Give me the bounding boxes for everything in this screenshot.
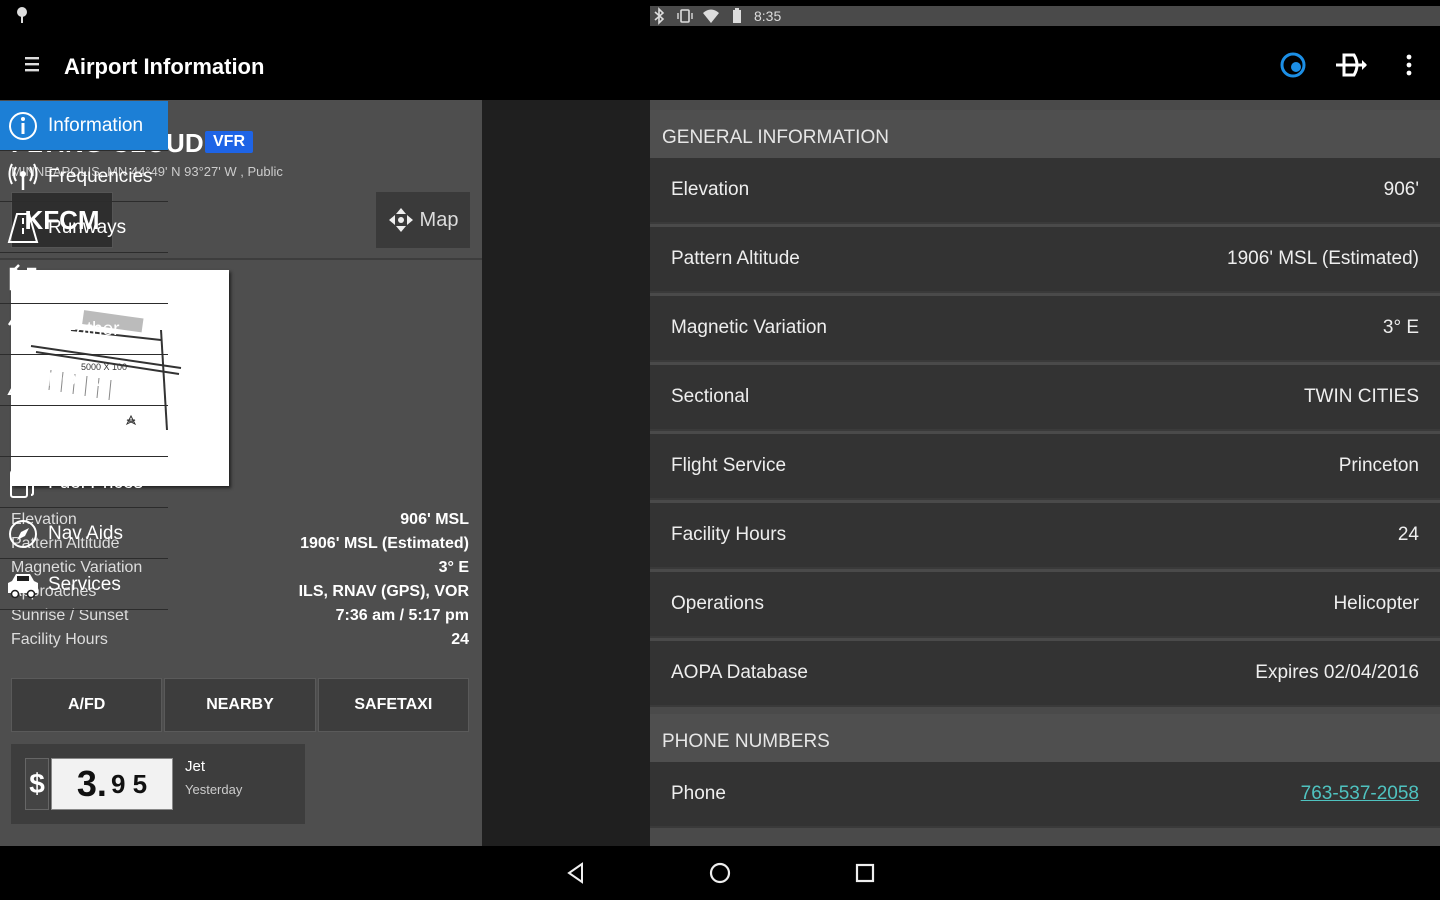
safetaxi-button[interactable]: SAFETAXI — [317, 678, 469, 732]
info-row-facility-hours: Facility Hours 24 — [650, 503, 1440, 569]
info-row-elevation: Elevation 906' — [650, 158, 1440, 224]
fuel-price-cents: 9 5 — [110, 768, 148, 799]
tab-label: Frequencies — [48, 165, 153, 187]
map-button[interactable]: Map — [376, 192, 470, 248]
back-icon — [567, 862, 583, 884]
runway-icon — [6, 211, 40, 245]
app-toolbar: Airport Information — [0, 32, 1440, 100]
section-nav — [482, 100, 650, 846]
fuel-price-age: Yesterday — [185, 782, 243, 797]
status-bar: 8:35 — [0, 0, 1440, 32]
bluetooth-icon — [654, 7, 665, 25]
location-pin-icon — [17, 7, 27, 23]
info-row-flight-service: Flight Service Princeton — [650, 434, 1440, 500]
tab-frequencies[interactable]: Frequencies — [0, 152, 168, 202]
route-button[interactable] — [1334, 48, 1368, 82]
tab-label: Weather — [48, 318, 120, 340]
tab-services[interactable]: Services — [0, 560, 168, 610]
fuel-type: Jet — [185, 758, 206, 775]
compass-icon — [6, 517, 40, 551]
tab-nav-aids[interactable]: Nav Aids — [0, 509, 168, 559]
tab-information[interactable]: Information — [0, 101, 168, 151]
menu-icon[interactable] — [22, 54, 44, 76]
antenna-icon — [6, 160, 40, 194]
tab-label: Services — [48, 573, 121, 595]
warning-icon — [6, 364, 40, 398]
tab-weather[interactable]: Weather — [0, 305, 168, 355]
info-row-aopa-database: AOPA Database Expires 02/04/2016 — [650, 641, 1440, 707]
afd-button[interactable]: A/FD — [11, 678, 163, 732]
page-title: Airport Information — [64, 54, 265, 79]
info-row-sectional[interactable]: Sectional TWIN CITIES — [650, 365, 1440, 431]
currency-symbol: $ — [25, 758, 49, 810]
nearby-button[interactable]: NEARBY — [164, 678, 316, 732]
route-plane-icon — [1336, 53, 1367, 77]
tab-fbos[interactable]: FBOs — [0, 407, 168, 457]
fuel-price: 3. 9 5 — [51, 758, 173, 810]
tab-label: Information — [48, 114, 144, 136]
tab-label: Procedures — [48, 267, 146, 289]
recents-button[interactable] — [852, 860, 878, 886]
tab-procedures[interactable]: Procedures — [0, 254, 168, 304]
wifi-icon — [703, 9, 719, 23]
phone-link[interactable]: 763-537-2058 — [1301, 783, 1419, 805]
recents-icon — [855, 863, 875, 883]
wrench-icon — [6, 415, 40, 449]
map-arrows-icon — [388, 208, 413, 232]
info-row-pattern-altitude: Pattern Altitude 1906' MSL (Estimated) — [650, 227, 1440, 293]
fuel-price-card[interactable]: $ 3. 9 5 Jet Yesterday — [11, 744, 305, 824]
info-row-magnetic-variation: Magnetic Variation 3° E — [650, 296, 1440, 362]
info-icon — [6, 109, 40, 143]
globe-icon — [1280, 52, 1306, 78]
tab-label: FBOs — [48, 420, 97, 442]
fuel-price-main: 3. — [76, 763, 107, 804]
sync-globe-button[interactable] — [1276, 48, 1310, 82]
vibrate-icon — [677, 9, 693, 23]
airport-action-bar: A/FD NEARBY SAFETAXI — [11, 678, 469, 732]
overflow-menu-button[interactable] — [1392, 48, 1426, 82]
tab-runways[interactable]: Runways — [0, 203, 168, 253]
fuel-pump-icon — [6, 466, 40, 500]
info-row-phone: Phone 763-537-2058 — [650, 762, 1440, 828]
info-row-operations: Operations Helicopter — [650, 572, 1440, 638]
procedures-icon — [6, 262, 40, 296]
battery-icon — [733, 8, 741, 23]
tab-notams[interactable]: NOTAMs — [0, 356, 168, 406]
status-icons: 8:35 — [650, 6, 1440, 26]
tab-label: Runways — [48, 216, 127, 238]
tab-label: Fuel Prices — [48, 471, 144, 493]
home-button[interactable] — [707, 860, 733, 886]
back-button[interactable] — [563, 860, 589, 886]
home-icon — [709, 862, 731, 884]
tab-label: NOTAMs — [48, 369, 125, 391]
tab-fuel-prices[interactable]: Fuel Prices — [0, 458, 168, 508]
car-icon — [6, 568, 40, 602]
flight-category-badge: VFR — [205, 131, 253, 153]
weather-icon — [6, 313, 40, 347]
system-nav-bar — [0, 846, 1440, 900]
map-button-label: Map — [419, 208, 459, 231]
more-vert-icon — [1406, 54, 1412, 76]
summary-row: Facility Hours 24 — [11, 631, 469, 648]
clock: 8:35 — [754, 8, 782, 24]
tab-label: Nav Aids — [48, 522, 123, 544]
